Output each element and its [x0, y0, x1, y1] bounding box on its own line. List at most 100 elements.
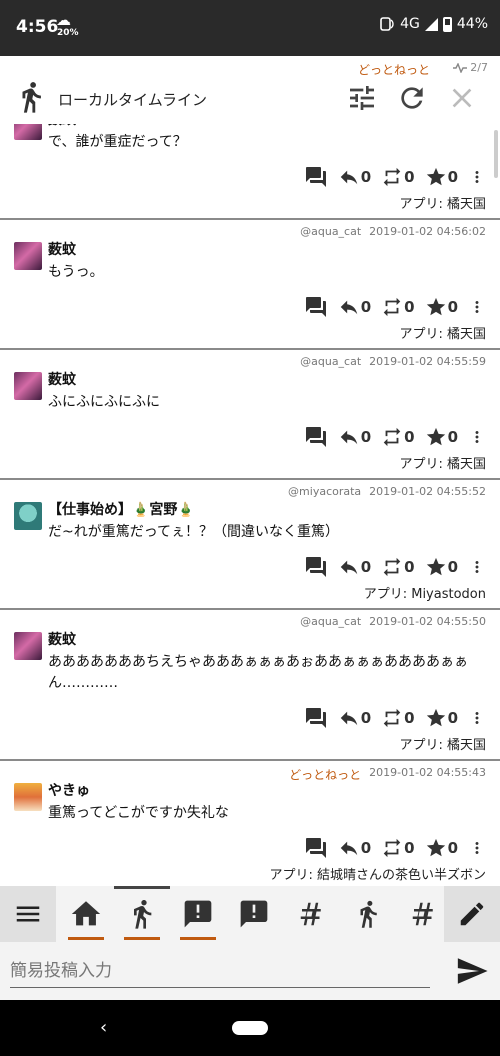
toot-account[interactable]: どっとねっと — [289, 766, 361, 782]
more-button[interactable] — [468, 707, 486, 729]
close-icon[interactable] — [446, 82, 478, 114]
star-icon — [426, 167, 445, 186]
toot-item[interactable]: @aqua_cat 2019-01-02 04:56:02 薮蚊 もうっ。 0 0 0 アプリ… — [0, 220, 500, 350]
toot-account[interactable]: @aqua_cat — [300, 615, 361, 628]
boost-count: 0 — [404, 298, 415, 316]
hashtag-icon — [300, 902, 321, 926]
toot-item[interactable]: @aqua_cat 2019-01-02 04:55:59 薮蚊 ふにふにふにふに 0 0… — [0, 350, 500, 480]
compose-button[interactable] — [444, 886, 500, 942]
favourite-button[interactable]: 0 — [425, 296, 458, 318]
home-icon — [71, 901, 101, 926]
reply-button[interactable]: 0 — [338, 296, 371, 318]
more-vert-icon — [475, 561, 479, 573]
local-timeline-icon — [134, 900, 152, 929]
display-name[interactable]: 【仕事始め】🎍宮野🎍 — [48, 500, 486, 520]
avatar[interactable] — [14, 502, 42, 530]
toot-item[interactable]: @miyacorata 2019-01-02 04:55:52 【仕事始め】🎍宮野🎍… — [0, 480, 500, 610]
settings-sliders-icon[interactable] — [346, 82, 378, 114]
boost-icon — [383, 427, 401, 447]
reply-button[interactable]: 0 — [338, 837, 371, 859]
scrollbar[interactable] — [494, 130, 498, 178]
tab-home[interactable] — [58, 886, 114, 942]
toot-actions: 0 0 0 — [0, 694, 500, 732]
nav-back-button[interactable]: ‹ — [100, 1017, 107, 1038]
signal-icon — [424, 17, 438, 31]
more-vert-icon — [475, 301, 479, 313]
reply-button[interactable]: 0 — [338, 556, 371, 578]
display-name[interactable]: 薮蚊 — [48, 124, 486, 130]
favourite-button[interactable]: 0 — [425, 166, 458, 188]
avatar[interactable] — [14, 242, 42, 270]
reply-button[interactable]: 0 — [338, 166, 371, 188]
tab-hashtag[interactable] — [284, 886, 340, 942]
favourite-button[interactable]: 0 — [425, 837, 458, 859]
conversation-button[interactable] — [304, 555, 328, 579]
more-button[interactable] — [468, 556, 486, 578]
tab-active-underline — [68, 937, 104, 940]
favourite-button[interactable]: 0 — [425, 556, 458, 578]
local-timeline-icon — [22, 82, 41, 113]
more-button[interactable] — [468, 296, 486, 318]
boost-button[interactable]: 0 — [381, 837, 415, 859]
tab-notifications[interactable] — [170, 886, 226, 942]
avatar[interactable] — [14, 783, 42, 811]
pencil-icon — [460, 902, 484, 926]
menu-button[interactable] — [0, 886, 56, 942]
reply-button[interactable]: 0 — [338, 426, 371, 448]
favourite-count: 0 — [447, 558, 458, 576]
reply-icon — [340, 711, 357, 726]
nav-home-button[interactable] — [232, 1021, 268, 1035]
toot-item[interactable]: どっとねっと 2019-01-02 04:55:43 やきゅ 重篤ってどこがですか失礼… — [0, 761, 500, 886]
boost-button[interactable]: 0 — [381, 707, 415, 729]
reply-button[interactable]: 0 — [338, 707, 371, 729]
tab-local-timeline[interactable] — [114, 886, 170, 942]
hashtag-icon — [412, 902, 433, 926]
toot-item[interactable]: 薮蚊で、誰が重症だって？ 0 0 0 アプリ: 橘天国 — [0, 124, 500, 220]
conversation-button[interactable] — [304, 295, 328, 319]
display-name[interactable]: やきゅ — [48, 781, 486, 801]
avatar[interactable] — [14, 372, 42, 400]
more-button[interactable] — [468, 166, 486, 188]
boost-button[interactable]: 0 — [381, 166, 415, 188]
favourite-count: 0 — [447, 168, 458, 186]
battery-percent: 44% — [456, 16, 488, 32]
timeline[interactable]: 薮蚊で、誰が重症だって？000アプリ: 橘天国@aqua_cat2019-01-… — [0, 124, 500, 886]
boost-button[interactable]: 0 — [381, 426, 415, 448]
avatar[interactable] — [14, 632, 42, 660]
conversation-button[interactable] — [304, 425, 328, 449]
more-button[interactable] — [468, 837, 486, 859]
favourite-button[interactable]: 0 — [425, 426, 458, 448]
toot-content: あああああああちえちゃあああぁぁぁあぉああぁぁぁああああぁぁん………… — [48, 654, 468, 691]
more-button[interactable] — [468, 426, 486, 448]
toot-account[interactable]: @miyacorata — [288, 485, 361, 498]
display-name[interactable]: 薮蚊 — [48, 630, 486, 650]
quick-post-input[interactable] — [10, 954, 430, 988]
star-icon — [426, 297, 445, 316]
column-header[interactable]: どっとねっと 2/7 ローカルタイムライン — [0, 56, 500, 124]
toot-content: で、誰が重症だって？ — [48, 134, 187, 150]
boost-button[interactable]: 0 — [381, 556, 415, 578]
send-button[interactable] — [444, 942, 500, 1000]
conversation-button[interactable] — [304, 836, 328, 860]
battery-icon — [442, 16, 452, 32]
toot-item[interactable]: @aqua_cat 2019-01-02 04:55:50 薮蚊あああああああちえち… — [0, 610, 500, 761]
favourite-button[interactable]: 0 — [425, 707, 458, 729]
conversation-button[interactable] — [304, 165, 328, 189]
more-vert-icon — [475, 171, 479, 183]
reply-icon — [340, 300, 357, 315]
toot-account[interactable]: @aqua_cat — [300, 225, 361, 238]
conversation-button[interactable] — [304, 706, 328, 730]
tab-local-timeline-2[interactable] — [340, 886, 396, 942]
toot-timestamp: 2019-01-02 04:55:52 — [369, 485, 486, 498]
display-name[interactable]: 薮蚊 — [48, 370, 486, 390]
local-timeline-icon — [360, 900, 377, 928]
boost-button[interactable]: 0 — [381, 296, 415, 318]
system-nav-bar: ‹ — [0, 1000, 500, 1056]
tab-notifications-2[interactable] — [226, 886, 282, 942]
display-name[interactable]: 薮蚊 — [48, 240, 486, 260]
toot-account[interactable]: @aqua_cat — [300, 355, 361, 368]
avatar[interactable] — [14, 124, 42, 140]
refresh-icon[interactable] — [396, 82, 428, 114]
more-vert-icon — [475, 431, 479, 443]
toot-meta: @aqua_cat 2019-01-02 04:55:50 — [0, 610, 500, 628]
